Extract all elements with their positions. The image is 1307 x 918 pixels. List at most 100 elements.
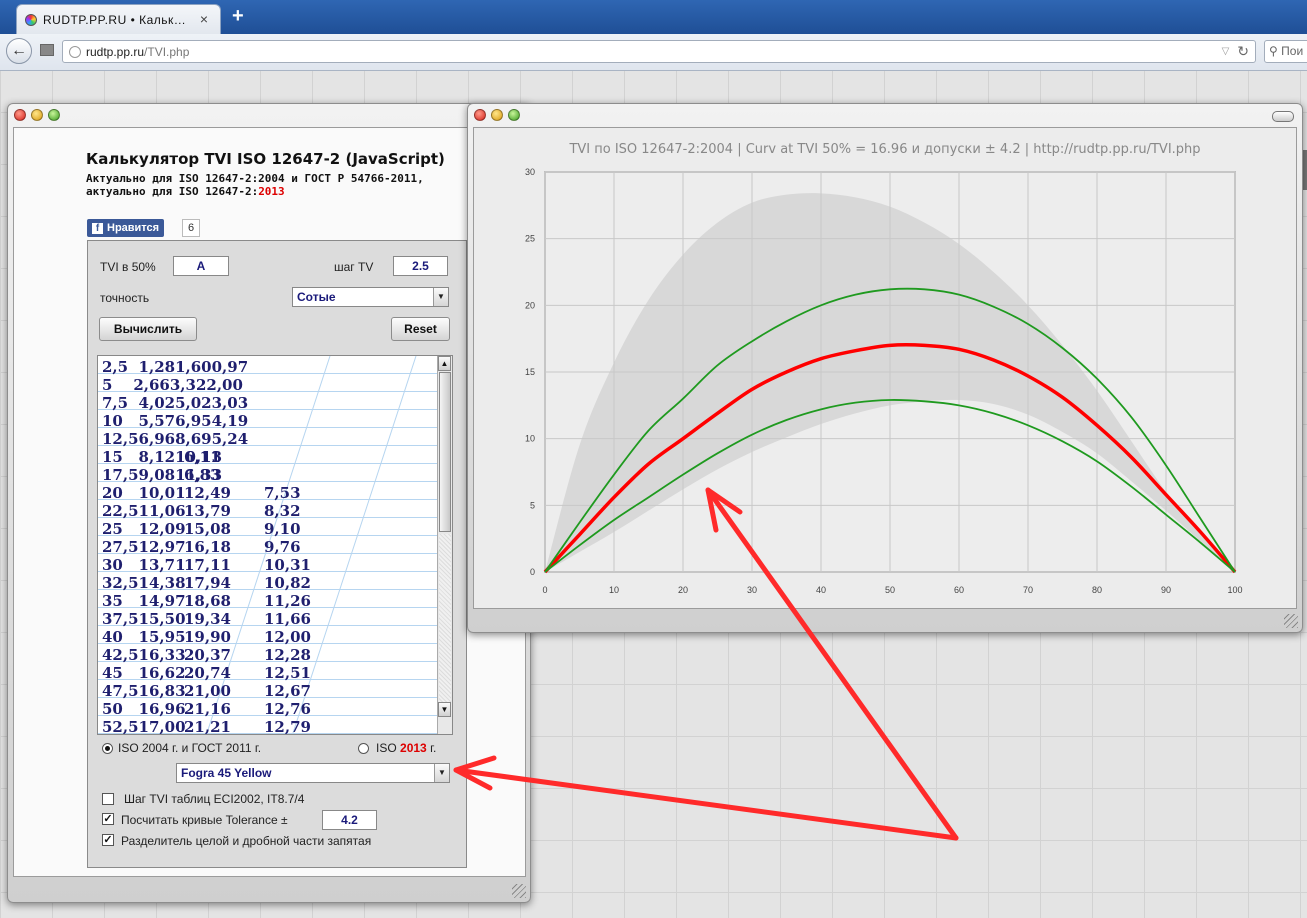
tolerance-input[interactable]: 4.2: [322, 810, 377, 830]
browser-nav-bar: ← rudtp.pp.ru /TVI.php ▽ ↻ ⚲ Пои: [0, 34, 1307, 71]
scroll-thumb[interactable]: [439, 372, 451, 532]
result-cell: 9,10: [264, 520, 301, 538]
result-cell: 20 10,01: [102, 484, 186, 502]
calculator-subtitle-1: Актуально для ISO 12647-2:2004 и ГОСТ Р …: [86, 172, 424, 185]
url-host: rudtp.pp.ru: [86, 44, 145, 59]
site-favicon-icon: [25, 13, 37, 26]
resize-grip-icon[interactable]: [1284, 614, 1298, 628]
x-tick-label: 70: [1023, 585, 1033, 595]
result-cell: 40 15,95: [102, 628, 186, 646]
result-cell: 52,517,00: [102, 718, 186, 735]
result-cell: 35 14,97: [102, 592, 186, 610]
reset-button[interactable]: Reset: [391, 317, 450, 341]
url-bar[interactable]: rudtp.pp.ru /TVI.php ▽ ↻: [62, 40, 1256, 63]
x-tick-label: 90: [1161, 585, 1171, 595]
tab-title: RUDTP.PP.RU • Кальк…: [43, 12, 187, 27]
result-cell: 10,31: [264, 556, 311, 574]
tvi50-label: TVI в 50%: [100, 260, 156, 274]
close-window-icon[interactable]: [14, 109, 26, 121]
result-cell: 6,83: [184, 466, 221, 484]
radio-iso2013[interactable]: [358, 743, 369, 754]
bookmarks-grid-icon[interactable]: [40, 44, 54, 56]
checkbox-tolerance[interactable]: ✓: [102, 813, 114, 825]
tab-close-icon[interactable]: ×: [196, 12, 212, 28]
compute-button[interactable]: Вычислить: [99, 317, 197, 341]
result-cell: 17,11: [184, 556, 231, 574]
result-cell: 20,74: [184, 664, 231, 682]
scroll-up-icon[interactable]: ▲: [438, 356, 451, 371]
result-cell: 18,68: [184, 592, 231, 610]
result-cell: 12,79: [264, 718, 311, 735]
checkbox-comma-label: Разделитель целой и дробной части запята…: [121, 834, 372, 848]
search-icon: ⚲: [1269, 44, 1278, 58]
profile-value: Fogra 45 Yellow: [181, 766, 272, 780]
result-cell: 12,56,968,695,24: [102, 430, 249, 448]
checkbox-eci[interactable]: [102, 793, 114, 805]
zoom-window-icon[interactable]: [508, 109, 520, 121]
result-cell: 27,512,97: [102, 538, 186, 556]
result-cell: 13,79: [184, 502, 231, 520]
result-cell: 32,514,38: [102, 574, 186, 592]
results-textarea[interactable]: 2,5 1,281,600,97 5 2,663,322,00 7,5 4,025,…: [97, 355, 453, 735]
search-placeholder: Пои: [1281, 44, 1304, 58]
precision-select[interactable]: Сотые ▼: [292, 287, 449, 307]
browser-tab[interactable]: RUDTP.PP.RU • Кальк… ×: [16, 4, 221, 34]
profile-select[interactable]: Fogra 45 Yellow ▼: [176, 763, 450, 783]
y-tick-label: 20: [525, 300, 535, 310]
result-cell: 16,18: [184, 538, 231, 556]
calculator-panel: TVI в 50% A шаг TV 2.5 точность Сотые ▼ …: [87, 240, 467, 868]
result-cell: 21,16: [184, 700, 231, 718]
minimize-window-icon[interactable]: [491, 109, 503, 121]
x-tick-label: 100: [1227, 585, 1242, 595]
zoom-window-icon[interactable]: [48, 109, 60, 121]
url-path: /TVI.php: [144, 44, 190, 59]
checkbox-comma[interactable]: ✓: [102, 834, 114, 846]
result-cell: 7,5 4,025,023,03: [102, 394, 249, 412]
calculator-content: Калькулятор TVI ISO 12647-2 (JavaScript)…: [13, 127, 526, 877]
radio-iso2013-label: ISO 2013 г.: [376, 741, 436, 755]
y-tick-label: 25: [525, 234, 535, 244]
result-cell: 20,37: [184, 646, 231, 664]
x-tick-label: 40: [816, 585, 826, 595]
arrow-line-to-select: [453, 767, 959, 841]
precision-label: точность: [100, 291, 150, 305]
url-dropdown-icon[interactable]: ▽: [1222, 46, 1230, 57]
result-cell: 19,34: [184, 610, 231, 628]
y-tick-label: 0: [530, 567, 535, 577]
chevron-down-icon: ▼: [434, 764, 449, 782]
result-cell: 12,51: [264, 664, 311, 682]
step-input[interactable]: 2.5: [393, 256, 448, 276]
result-cell: 21,00: [184, 682, 231, 700]
radio-iso2004[interactable]: [102, 743, 113, 754]
new-tab-button[interactable]: +: [232, 5, 244, 28]
checkbox-eci-label: Шаг TVI таблиц ECI2002, IT8.7/4: [124, 792, 305, 806]
calculator-window: Калькулятор TVI ISO 12647-2 (JavaScript)…: [7, 103, 531, 903]
scroll-track[interactable]: [439, 534, 451, 712]
scroll-down-icon[interactable]: ▼: [438, 702, 451, 717]
result-cell: 45 16,62: [102, 664, 186, 682]
results-scrollbar[interactable]: ▲ ▼: [437, 356, 452, 734]
chevron-down-icon: ▼: [433, 288, 448, 306]
result-cell: 9,76: [264, 538, 301, 556]
result-cell: 2,5 1,281,600,97: [102, 358, 249, 376]
minimize-window-icon[interactable]: [31, 109, 43, 121]
radio-iso2013-year: 2013: [400, 741, 427, 755]
x-tick-label: 60: [954, 585, 964, 595]
x-tick-label: 80: [1092, 585, 1102, 595]
close-window-icon[interactable]: [474, 109, 486, 121]
calculator-subtitle-2: актуально для ISO 12647-2:2013: [86, 185, 285, 198]
result-cell: 5 2,663,322,00: [102, 376, 243, 394]
back-arrow-icon[interactable]: ←: [6, 38, 32, 64]
search-input[interactable]: ⚲ Пои: [1264, 40, 1307, 63]
facebook-like-button[interactable]: f Нравится: [87, 219, 165, 237]
toolbar-toggle-icon[interactable]: [1272, 111, 1294, 122]
result-cell: 47,516,83: [102, 682, 186, 700]
chart-content: TVI по ISO 12647-2:2004 | Curv at TVI 50…: [473, 127, 1297, 609]
tvi50-input[interactable]: A: [173, 256, 229, 276]
result-cell: 37,515,50: [102, 610, 186, 628]
result-cell: 30 13,71: [102, 556, 186, 574]
resize-grip-icon[interactable]: [512, 884, 526, 898]
reload-icon[interactable]: ↻: [1237, 43, 1249, 60]
like-label: Нравится: [107, 222, 160, 234]
result-cell: 6,11: [184, 448, 221, 466]
